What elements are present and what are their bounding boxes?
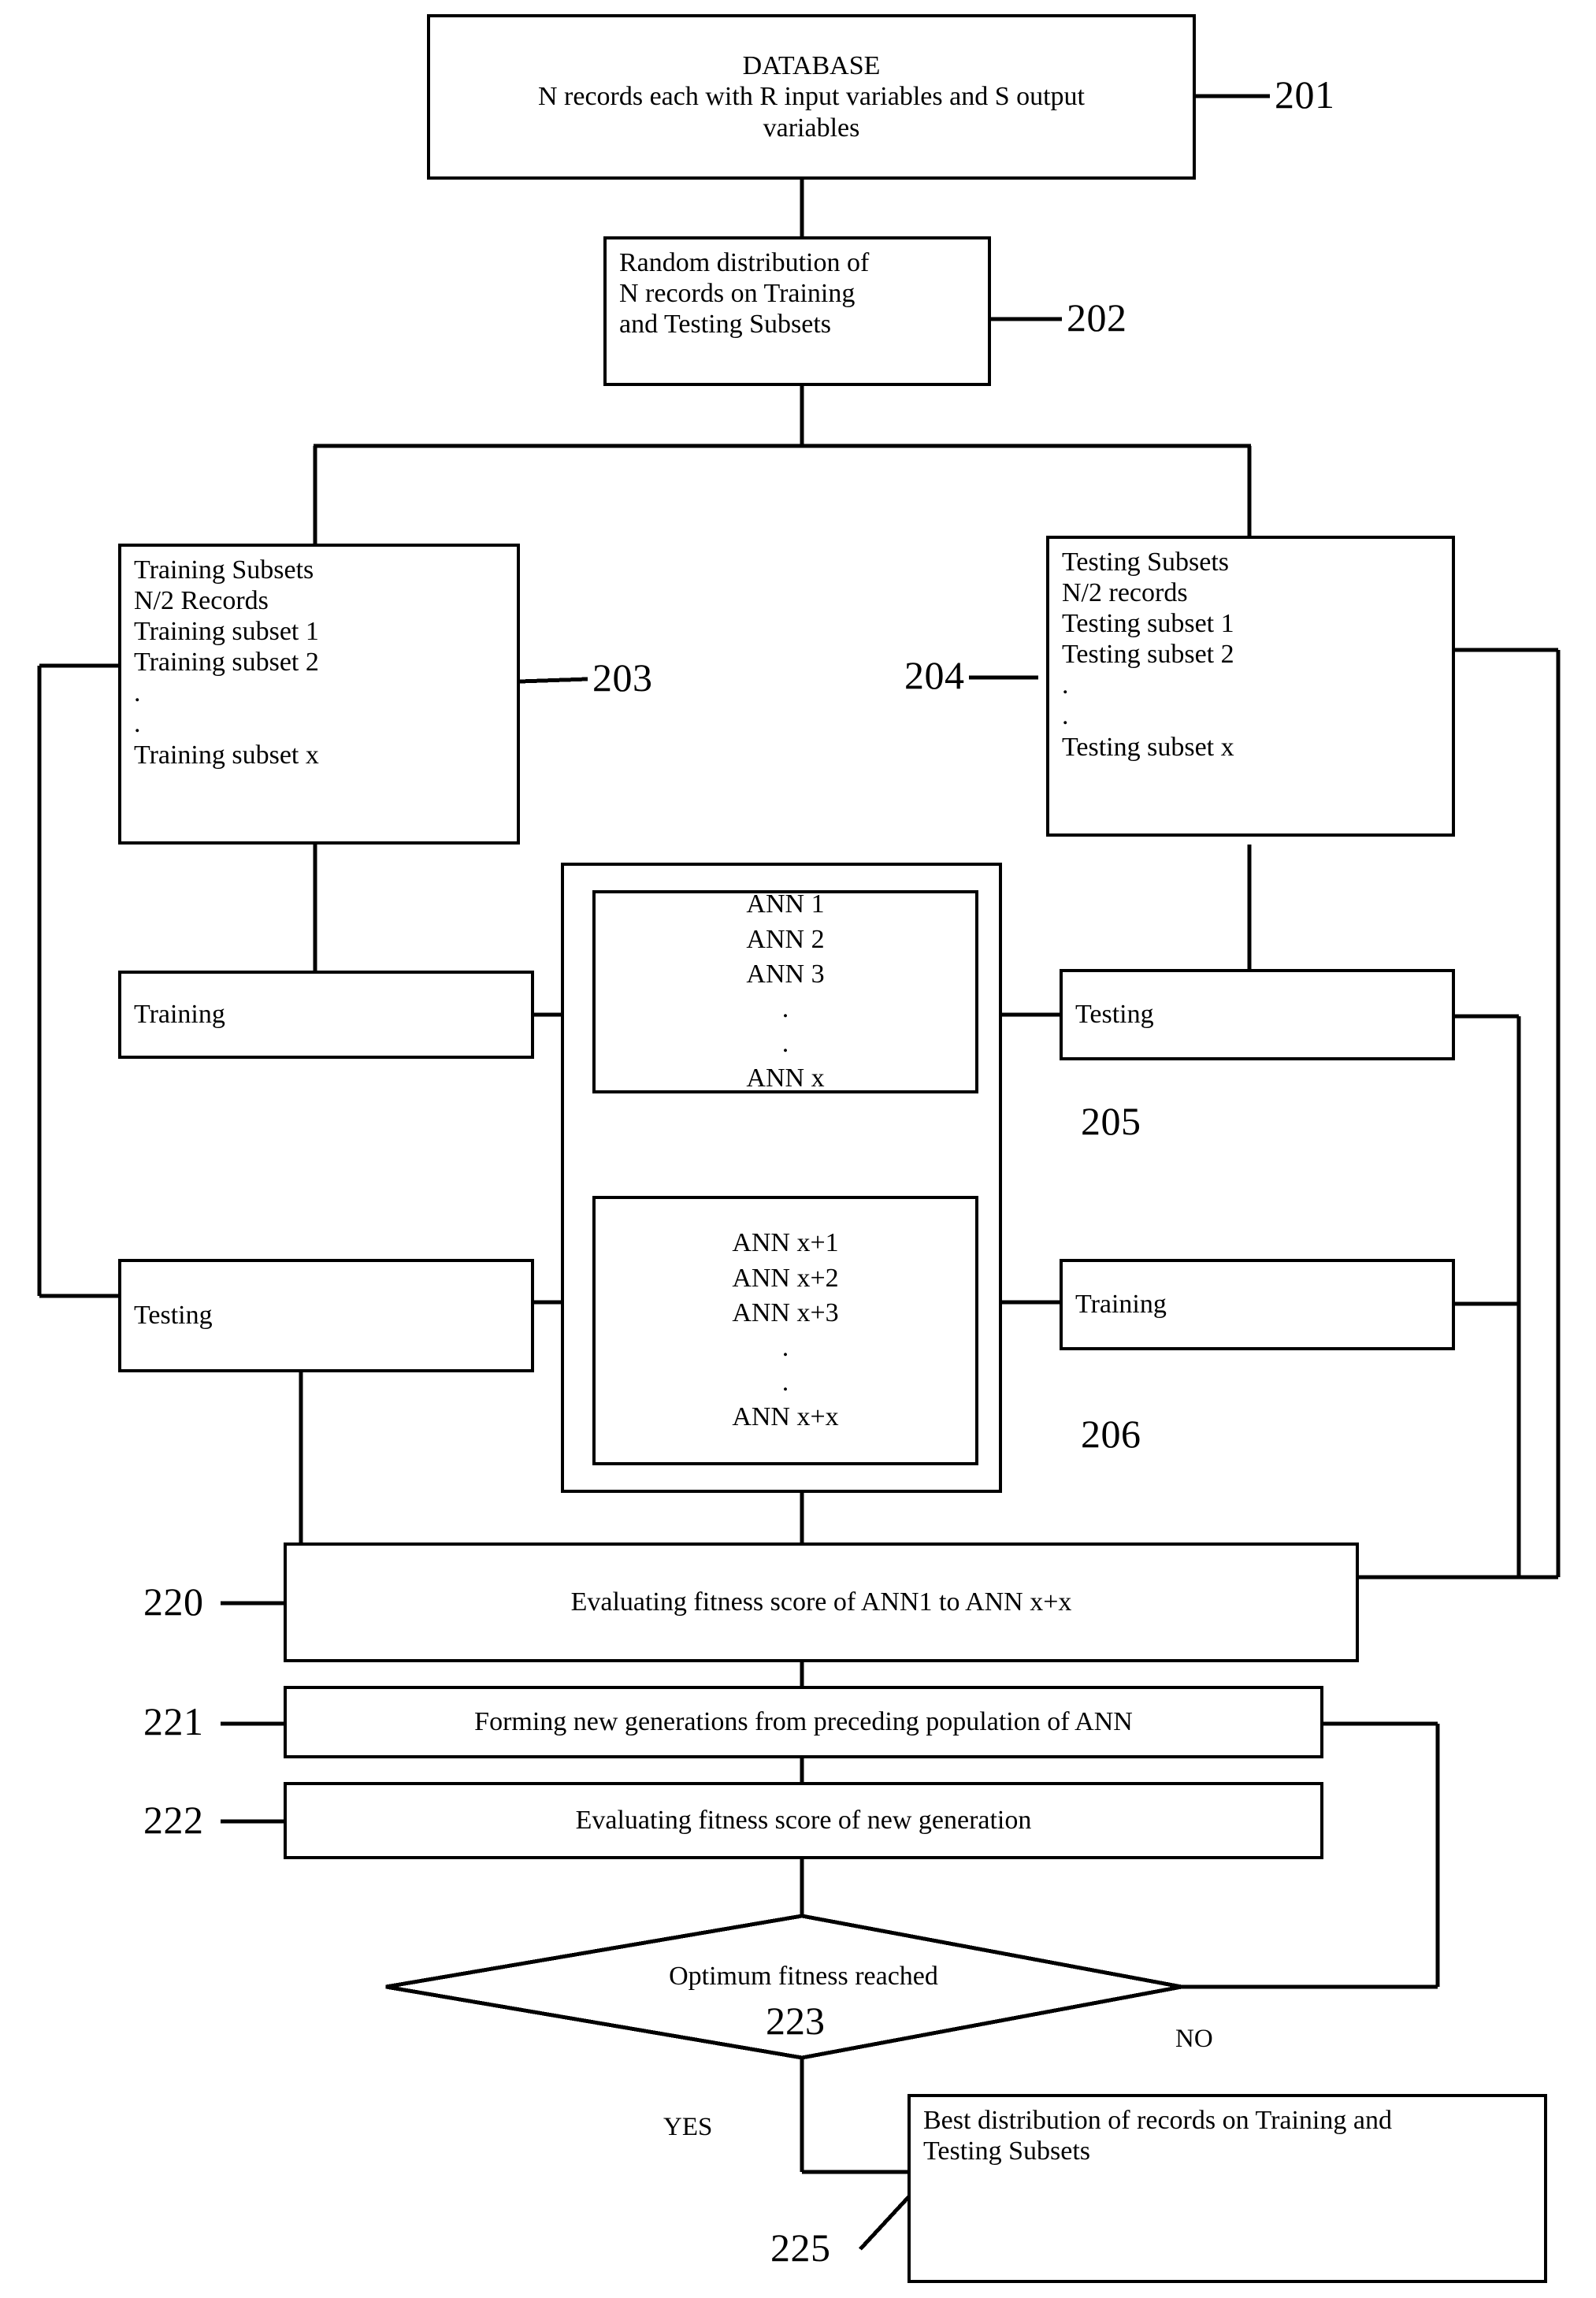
ann-b-line-3: . <box>781 1333 789 1362</box>
node-training-subsets-line-1: N/2 Records <box>134 586 269 616</box>
node-testing-subsets-line-2: Testing subset 1 <box>1062 609 1234 639</box>
ann-b-line-5: ANN x+x <box>732 1402 839 1432</box>
node-testing-left-label: Testing <box>134 1300 213 1330</box>
node-database-text: DATABASE N records each with R input vari… <box>538 50 1085 143</box>
node-training-left-label: Training <box>134 999 225 1029</box>
node-testing-subsets-line-0: Testing Subsets <box>1062 548 1230 577</box>
node-training-subsets-line-6: Training subset x <box>134 740 319 770</box>
node-best-distribution-line-1: Testing Subsets <box>923 2137 1091 2166</box>
ref-202: 202 <box>1067 295 1127 340</box>
ref-201: 201 <box>1275 72 1335 117</box>
node-ann-group-a: ANN 1 ANN 2 ANN 3.. ANN x <box>592 887 978 1096</box>
node-testing-right-label: Testing <box>1075 999 1154 1029</box>
node-ann-group-a-text: ANN 1 ANN 2 ANN 3.. ANN x <box>746 887 824 1096</box>
node-training-right: Training <box>1060 1259 1455 1350</box>
node-training-subsets: Training Subsets N/2 Records Training subs… <box>118 544 520 845</box>
node-training-right-label: Training <box>1075 1289 1167 1319</box>
node-best-distribution-line-0: Best distribution of records on Training… <box>923 2106 1392 2135</box>
ref-205: 205 <box>1081 1099 1141 1143</box>
node-random-distribution-line-1: N records on Training <box>619 279 856 309</box>
node-evaluate-fitness-label: Evaluating fitness score of ANN1 to ANN … <box>570 1587 1072 1617</box>
ref-220: 220 <box>143 1580 204 1624</box>
ann-a-line-4: . <box>781 1029 789 1059</box>
node-database-line-1: N records each with R input variables an… <box>537 82 1085 112</box>
node-testing-subsets: Testing Subsets N/2 records Testing subset… <box>1046 536 1455 837</box>
ann-a-line-5: ANN x <box>746 1064 825 1093</box>
node-training-subsets-line-4: . <box>134 678 141 708</box>
node-evaluate-fitness: Evaluating fitness score of ANN1 to ANN … <box>284 1543 1359 1662</box>
ann-b-line-0: ANN x+1 <box>732 1228 839 1258</box>
node-random-distribution-text: Random distribution of N records on Train… <box>619 247 869 340</box>
node-database: DATABASE N records each with R input vari… <box>427 14 1196 180</box>
node-training-subsets-line-5: . <box>134 709 141 739</box>
ref-206: 206 <box>1081 1412 1141 1456</box>
node-best-distribution: Best distribution of records on Training… <box>907 2094 1547 2283</box>
node-random-distribution-line-0: Random distribution of <box>619 248 870 277</box>
node-testing-subsets-text: Testing Subsets N/2 records Testing subset… <box>1062 547 1234 763</box>
node-evaluate-new-generation-label: Evaluating fitness score of new generati… <box>575 1805 1032 1835</box>
node-testing-subsets-line-3: Testing subset 2 <box>1062 640 1234 670</box>
node-training-subsets-line-2: Training subset 1 <box>134 617 319 647</box>
decision-no-label: NO <box>1175 2025 1213 2053</box>
node-testing-right: Testing <box>1060 969 1455 1060</box>
ref-204: 204 <box>904 653 965 697</box>
node-database-line-2: variables <box>763 113 860 143</box>
node-training-subsets-line-3: Training subset 2 <box>134 648 319 678</box>
ann-b-line-2: ANN x+3 <box>732 1297 839 1327</box>
node-evaluate-new-generation: Evaluating fitness score of new generati… <box>284 1782 1323 1859</box>
ann-a-line-2: ANN 3 <box>746 959 825 989</box>
ann-a-line-0: ANN 1 <box>746 889 825 919</box>
node-testing-subsets-line-5: . <box>1062 701 1069 731</box>
ann-a-line-3: . <box>781 994 789 1023</box>
decision-yes-label: YES <box>663 2113 713 2141</box>
leader-203 <box>519 677 588 684</box>
node-database-line-0: DATABASE <box>742 51 881 81</box>
node-training-left: Training <box>118 971 534 1059</box>
node-ann-group-b: ANN x+1 ANN x+2 ANN x+3.. ANN x+x <box>592 1196 978 1465</box>
ref-203: 203 <box>592 655 653 700</box>
ann-b-line-1: ANN x+2 <box>732 1263 839 1293</box>
node-decision-label: Optimum fitness reached <box>669 1962 938 1991</box>
node-ann-group-b-text: ANN x+1 ANN x+2 ANN x+3.. ANN x+x <box>732 1226 838 1435</box>
node-testing-subsets-line-1: N/2 records <box>1062 578 1188 608</box>
ref-225: 225 <box>770 2226 831 2270</box>
leader-225 <box>859 2194 911 2251</box>
ref-221: 221 <box>143 1699 204 1743</box>
node-form-generations-label: Forming new generations from preceding p… <box>474 1706 1133 1736</box>
node-testing-left: Testing <box>118 1259 534 1372</box>
ann-b-line-4: . <box>781 1368 789 1398</box>
node-training-subsets-line-0: Training Subsets <box>134 555 314 585</box>
node-testing-subsets-line-4: . <box>1062 670 1069 700</box>
ann-a-line-1: ANN 2 <box>746 924 825 954</box>
node-testing-subsets-line-6: Testing subset x <box>1062 732 1234 762</box>
node-best-distribution-text: Best distribution of records on Training… <box>923 2105 1392 2166</box>
patent-figure: DATABASE N records each with R input vari… <box>0 0 1596 2298</box>
node-training-subsets-text: Training Subsets N/2 Records Training subs… <box>134 555 319 770</box>
node-form-generations: Forming new generations from preceding p… <box>284 1686 1323 1758</box>
ref-223: 223 <box>766 1999 825 2043</box>
node-random-distribution: Random distribution of N records on Train… <box>603 236 991 386</box>
ref-222: 222 <box>143 1798 204 1842</box>
node-random-distribution-line-2: and Testing Subsets <box>619 310 831 340</box>
